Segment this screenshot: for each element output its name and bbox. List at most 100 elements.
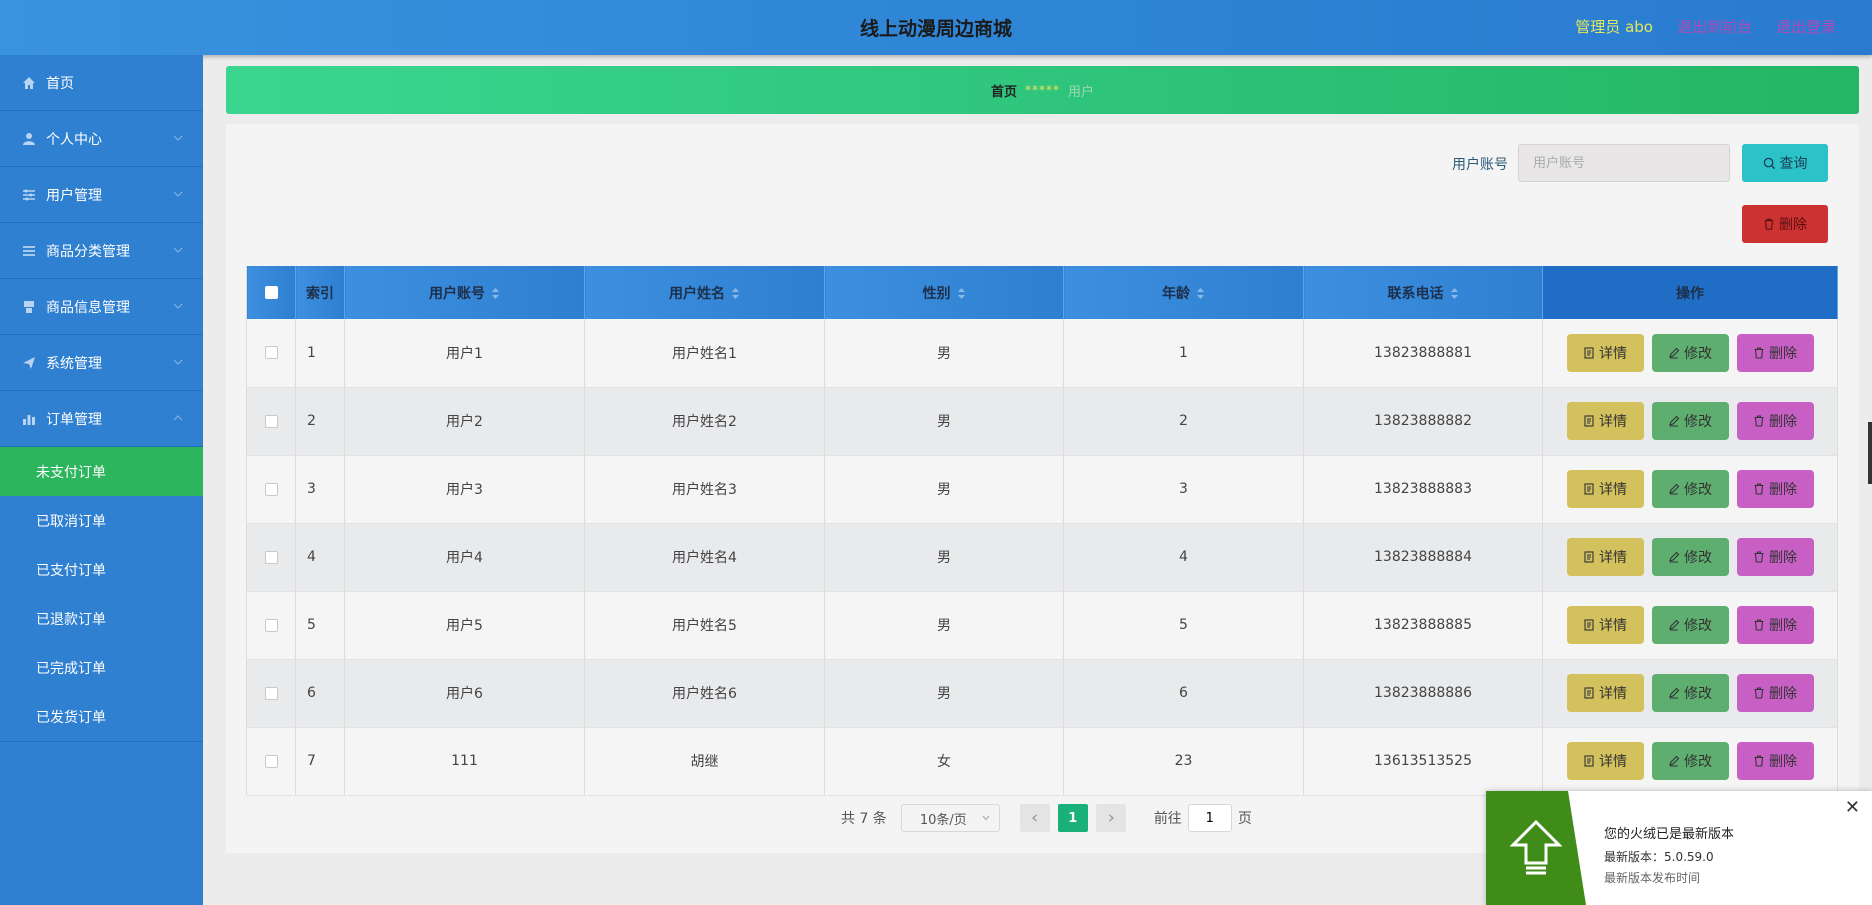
edit-button[interactable]: 修改 <box>1651 470 1729 508</box>
search-label: 用户账号 <box>1452 157 1508 173</box>
chevron-down-icon <box>173 135 183 141</box>
info-icon <box>20 298 38 316</box>
edit-button[interactable]: 修改 <box>1651 674 1729 712</box>
cell-name: 用户姓名5 <box>584 591 825 660</box>
submenu-refunded-orders[interactable]: 已退款订单 <box>0 594 203 643</box>
search-icon <box>1763 157 1775 169</box>
sliders-icon <box>20 186 38 204</box>
cell-index: 6 <box>295 659 345 728</box>
account-search-input[interactable] <box>1518 144 1730 182</box>
chevron-down-icon <box>173 359 183 365</box>
delete-button[interactable]: 删除 <box>1736 538 1814 576</box>
sidebar-item-label: 系统管理 <box>46 355 102 372</box>
select-all-checkbox[interactable] <box>264 286 278 299</box>
row-checkbox[interactable] <box>264 686 278 700</box>
document-icon <box>1584 755 1594 767</box>
cell-phone: 13823888882 <box>1303 387 1543 456</box>
column-header-account[interactable]: 用户账号 <box>344 266 585 319</box>
table-row: 5 用户5 用户姓名5 男 5 13823888885 详情 修改 删除 <box>246 591 1838 660</box>
sidebar-item-label: 订单管理 <box>46 411 102 428</box>
sidebar-item-orders[interactable]: 订单管理 <box>0 391 203 447</box>
detail-button[interactable]: 详情 <box>1566 402 1644 440</box>
edit-button[interactable]: 修改 <box>1651 402 1729 440</box>
edit-icon <box>1669 415 1680 427</box>
column-header-phone[interactable]: 联系电话 <box>1303 266 1543 319</box>
detail-button[interactable]: 详情 <box>1566 674 1644 712</box>
sidebar-item-users[interactable]: 用户管理 <box>0 167 203 223</box>
delete-button[interactable]: 删除 <box>1736 402 1814 440</box>
table-row: 4 用户4 用户姓名4 男 4 13823888884 详情 修改 删除 <box>246 523 1838 592</box>
column-header-actions: 操作 <box>1542 266 1838 319</box>
cell-index: 5 <box>295 591 345 660</box>
submenu-cancelled-orders[interactable]: 已取消订单 <box>0 496 203 545</box>
chevron-up-icon <box>173 415 183 421</box>
sort-icon[interactable] <box>957 287 966 300</box>
sidebar-item-system[interactable]: 系统管理 <box>0 335 203 391</box>
sidebar-item-home[interactable]: 首页 <box>0 55 203 111</box>
column-header-gender[interactable]: 性别 <box>824 266 1064 319</box>
next-page-button[interactable] <box>1095 804 1126 832</box>
cell-gender: 男 <box>824 319 1064 388</box>
detail-button[interactable]: 详情 <box>1566 606 1644 644</box>
delete-button[interactable]: 删除 <box>1736 606 1814 644</box>
submenu-completed-orders[interactable]: 已完成订单 <box>0 643 203 692</box>
sidebar-item-products[interactable]: 商品信息管理 <box>0 279 203 335</box>
cell-gender: 女 <box>824 727 1064 796</box>
batch-delete-button[interactable]: 删除 <box>1742 205 1828 243</box>
header-label: 用户账号 <box>429 285 485 302</box>
detail-button[interactable]: 详情 <box>1566 742 1644 780</box>
sort-icon[interactable] <box>731 287 740 300</box>
goto-page-input[interactable] <box>1187 804 1232 832</box>
header-label: 索引 <box>306 285 334 302</box>
submenu-shipped-orders[interactable]: 已发货订单 <box>0 692 203 741</box>
header-actions: 管理员 abo 退出到前台 退出登录 <box>1575 16 1836 37</box>
detail-button[interactable]: 详情 <box>1566 333 1644 372</box>
row-checkbox[interactable] <box>264 346 278 360</box>
delete-button[interactable]: 删除 <box>1736 333 1814 372</box>
edit-button[interactable]: 修改 <box>1651 606 1729 644</box>
submenu-paid-orders[interactable]: 已支付订单 <box>0 545 203 594</box>
sort-icon[interactable] <box>1196 287 1205 300</box>
back-to-front-link[interactable]: 退出到前台 <box>1677 16 1752 37</box>
cell-index: 2 <box>295 387 345 456</box>
sidebar-item-label: 首页 <box>46 75 74 92</box>
detail-button[interactable]: 详情 <box>1566 470 1644 508</box>
scrollbar-thumb[interactable] <box>1868 422 1872 484</box>
cell-account: 用户3 <box>344 455 585 524</box>
column-header-age[interactable]: 年龄 <box>1063 266 1304 319</box>
cell-index: 7 <box>295 727 345 796</box>
edit-button[interactable]: 修改 <box>1651 742 1729 780</box>
row-checkbox[interactable] <box>264 754 278 768</box>
breadcrumb-home[interactable]: 首页 <box>991 81 1017 100</box>
page-size-value: 10条/页 <box>919 812 967 828</box>
edit-button[interactable]: 修改 <box>1651 333 1729 372</box>
prev-page-button[interactable] <box>1019 804 1050 832</box>
submenu-unpaid-orders[interactable]: 未支付订单 <box>0 447 203 496</box>
trash-icon <box>1754 415 1764 427</box>
row-checkbox[interactable] <box>264 414 278 428</box>
page-number-current[interactable]: 1 <box>1057 804 1088 832</box>
detail-button[interactable]: 详情 <box>1566 538 1644 576</box>
delete-button[interactable]: 删除 <box>1736 470 1814 508</box>
row-checkbox[interactable] <box>264 618 278 632</box>
row-checkbox[interactable] <box>264 482 278 496</box>
table-row: 6 用户6 用户姓名6 男 6 13823888886 详情 修改 删除 <box>246 659 1838 728</box>
row-select-cell <box>246 387 296 456</box>
delete-button[interactable]: 删除 <box>1736 674 1814 712</box>
page-size-select[interactable]: 10条/页 <box>900 804 1000 832</box>
cell-actions: 详情 修改 删除 <box>1542 523 1838 592</box>
query-button[interactable]: 查询 <box>1742 144 1828 182</box>
delete-button[interactable]: 删除 <box>1736 742 1814 780</box>
column-header-name[interactable]: 用户姓名 <box>584 266 825 319</box>
header-label: 用户姓名 <box>669 285 725 302</box>
close-icon[interactable]: ✕ <box>1845 797 1860 818</box>
sort-icon[interactable] <box>1450 287 1459 300</box>
logout-link[interactable]: 退出登录 <box>1776 16 1836 37</box>
table-row: 2 用户2 用户姓名2 男 2 13823888882 详情 修改 删除 <box>246 387 1838 456</box>
cell-gender: 男 <box>824 455 1064 524</box>
sort-icon[interactable] <box>491 287 500 300</box>
sidebar-item-profile[interactable]: 个人中心 <box>0 111 203 167</box>
row-checkbox[interactable] <box>264 550 278 564</box>
sidebar-item-category[interactable]: 商品分类管理 <box>0 223 203 279</box>
edit-button[interactable]: 修改 <box>1651 538 1729 576</box>
